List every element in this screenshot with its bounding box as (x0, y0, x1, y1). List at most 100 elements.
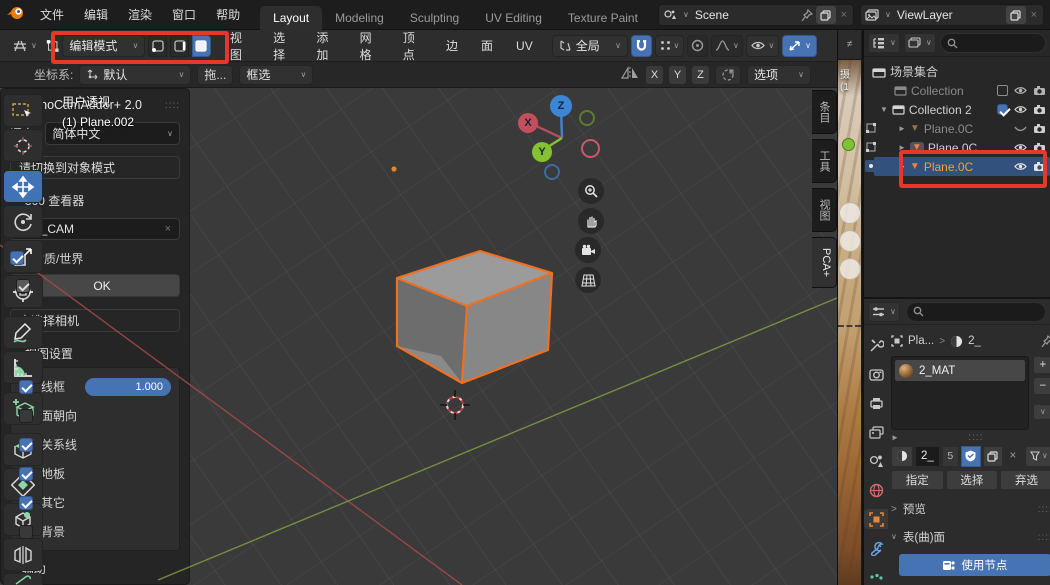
remove-slot-button[interactable]: − (1033, 377, 1050, 395)
knife-tool[interactable] (3, 573, 43, 585)
camera-render-icon[interactable] (1033, 85, 1046, 96)
navigation-gizmo[interactable]: Z X Y (515, 91, 615, 186)
outliner-editor-type-button[interactable]: ∨ (868, 33, 900, 53)
viewlayer-selector[interactable]: ∨ ViewLayer × (860, 4, 1044, 26)
menu-vertex[interactable]: 顶点 (393, 29, 433, 63)
drag-button[interactable]: 拖... (197, 65, 233, 85)
tab-texture-paint[interactable]: Texture Paint (555, 6, 651, 30)
plane-row-1[interactable]: ► ▼ Plane.0C (864, 119, 1050, 138)
plane-row-2[interactable]: ► ▼ Plane.0C (864, 138, 1050, 157)
gizmo-y-axis[interactable]: Y (532, 142, 552, 162)
material-slot-list[interactable]: 2_MAT (891, 356, 1029, 430)
properties-editor-type-button[interactable]: ∨ (868, 302, 900, 322)
blender-logo-icon[interactable] (6, 5, 26, 24)
copy-material-button[interactable] (983, 446, 1003, 467)
plane-row-3-selected[interactable]: ► ▼ Plane.0C (864, 157, 1050, 176)
viewport-3d[interactable]: 用户透视 (1) Plane.002 (0, 88, 837, 585)
pan-button-fragment[interactable] (839, 230, 861, 252)
tab-scene-properties[interactable] (864, 451, 888, 471)
camera-button-fragment[interactable] (839, 258, 861, 280)
gizmo-y-negative[interactable] (579, 110, 595, 126)
falloff-dropdown[interactable]: ∨ (711, 35, 743, 57)
camera-render-icon[interactable] (1033, 104, 1046, 115)
mode-dropdown[interactable]: 编辑模式 ∨ (62, 35, 145, 57)
gizmo-x-negative[interactable] (581, 139, 600, 158)
camera-render-icon[interactable] (1033, 123, 1046, 134)
vertex-select-toggle[interactable] (148, 35, 167, 57)
new-viewlayer-button[interactable] (1006, 6, 1026, 24)
tab-output-properties[interactable] (864, 393, 888, 413)
face-select-toggle[interactable] (192, 35, 211, 57)
tab-modifier-properties[interactable] (864, 538, 888, 558)
perspective-toggle-button[interactable] (575, 267, 601, 293)
eye-icon[interactable] (1014, 143, 1027, 152)
background-checkbox[interactable] (19, 525, 33, 539)
editor-type-button[interactable]: ∨ (6, 35, 43, 57)
pano-photo-preview[interactable]: 摄 (1 (838, 60, 861, 585)
scene-collection-row[interactable]: 场景集合 (864, 62, 1050, 81)
exclude-checkbox[interactable] (997, 85, 1008, 96)
tab-viewlayer-properties[interactable] (864, 422, 888, 442)
menu-select[interactable]: 选择 (263, 29, 303, 63)
tab-particles-properties[interactable] (864, 567, 888, 585)
material-world-checkbox[interactable] (10, 251, 24, 265)
eye-icon[interactable] (1014, 86, 1027, 95)
tab-uv-editing[interactable]: UV Editing (472, 6, 555, 30)
move-tool[interactable] (3, 170, 43, 203)
mirror-x-toggle[interactable]: X (646, 66, 663, 84)
camera-render-icon[interactable] (1033, 142, 1046, 153)
snap-toggle-button[interactable] (631, 35, 652, 57)
close-icon[interactable]: × (839, 9, 849, 21)
menu-edge[interactable]: 边 (436, 37, 468, 54)
menu-window[interactable]: 窗口 (162, 6, 206, 23)
tab-tool[interactable]: 工具 (812, 139, 837, 183)
tab-modeling[interactable]: Modeling (322, 6, 397, 30)
loop-cut-tool[interactable] (3, 538, 43, 571)
menu-help[interactable]: 帮助 (206, 6, 250, 23)
others-checkbox[interactable] (19, 496, 33, 510)
proportional-editing-button[interactable] (687, 35, 708, 57)
tri-right-icon[interactable]: ► (898, 124, 906, 133)
tweak-select-tool[interactable] (3, 94, 43, 127)
collection-row[interactable]: Collection (864, 81, 1050, 100)
edge-select-toggle[interactable] (170, 35, 189, 57)
collection-2-row[interactable]: ▼ Collection 2 (864, 100, 1050, 119)
pan-button[interactable] (578, 208, 604, 234)
menu-mesh[interactable]: 网格 (350, 29, 390, 63)
gizmo-x-axis[interactable]: X (518, 113, 538, 133)
tab-world-properties[interactable] (864, 480, 888, 500)
select-tool-dropdown[interactable]: 框选 ∨ (239, 65, 313, 85)
tab-pca-plus[interactable]: PCA+ (812, 237, 837, 288)
browse-material-button[interactable] (891, 446, 913, 467)
scene-selector[interactable]: ∨ Scene × (658, 4, 854, 26)
breadcrumb-object[interactable]: Pla... (908, 335, 934, 347)
viewlayer-name[interactable]: ViewLayer (894, 8, 1003, 22)
users-count-button[interactable]: 5 (942, 446, 959, 467)
mirror-y-toggle[interactable]: Y (669, 66, 686, 84)
select-button[interactable]: 选择 (946, 470, 999, 490)
transform-orientation-dropdown[interactable]: 全局 ∨ (552, 35, 628, 57)
close-icon[interactable]: × (1029, 9, 1039, 21)
tab-object-properties[interactable] (864, 509, 888, 529)
new-scene-button[interactable] (816, 6, 836, 24)
xray-toggle-dropdown[interactable]: ∨ (782, 35, 817, 57)
rotate-tool[interactable] (3, 205, 43, 238)
add-slot-button[interactable]: + (1033, 356, 1050, 374)
tab-item[interactable]: 条目 (812, 90, 837, 134)
floor-checkbox[interactable] (19, 467, 33, 481)
tab-view[interactable]: 视图 (812, 188, 837, 232)
eye-icon[interactable] (1014, 105, 1027, 114)
surface-section-header[interactable]: ∨ 表(曲)面 :::: (891, 528, 1050, 546)
options-dropdown[interactable]: 选项 ∨ (747, 65, 811, 85)
tri-right-icon[interactable]: ► (898, 143, 906, 152)
pin-icon[interactable] (1041, 335, 1050, 348)
tab-tool-properties[interactable] (864, 335, 888, 355)
slot-specials-button[interactable]: ∨ (1033, 404, 1050, 420)
annotate-tool[interactable] (3, 316, 43, 349)
tab-layout[interactable]: Layout (260, 6, 322, 30)
outliner-search-input[interactable] (940, 33, 1046, 53)
menu-file[interactable]: 文件 (30, 6, 74, 23)
breadcrumb-data[interactable]: 2_ (968, 335, 981, 347)
cursor-tool[interactable] (3, 129, 43, 162)
tri-down-icon[interactable]: ▼ (880, 105, 888, 114)
